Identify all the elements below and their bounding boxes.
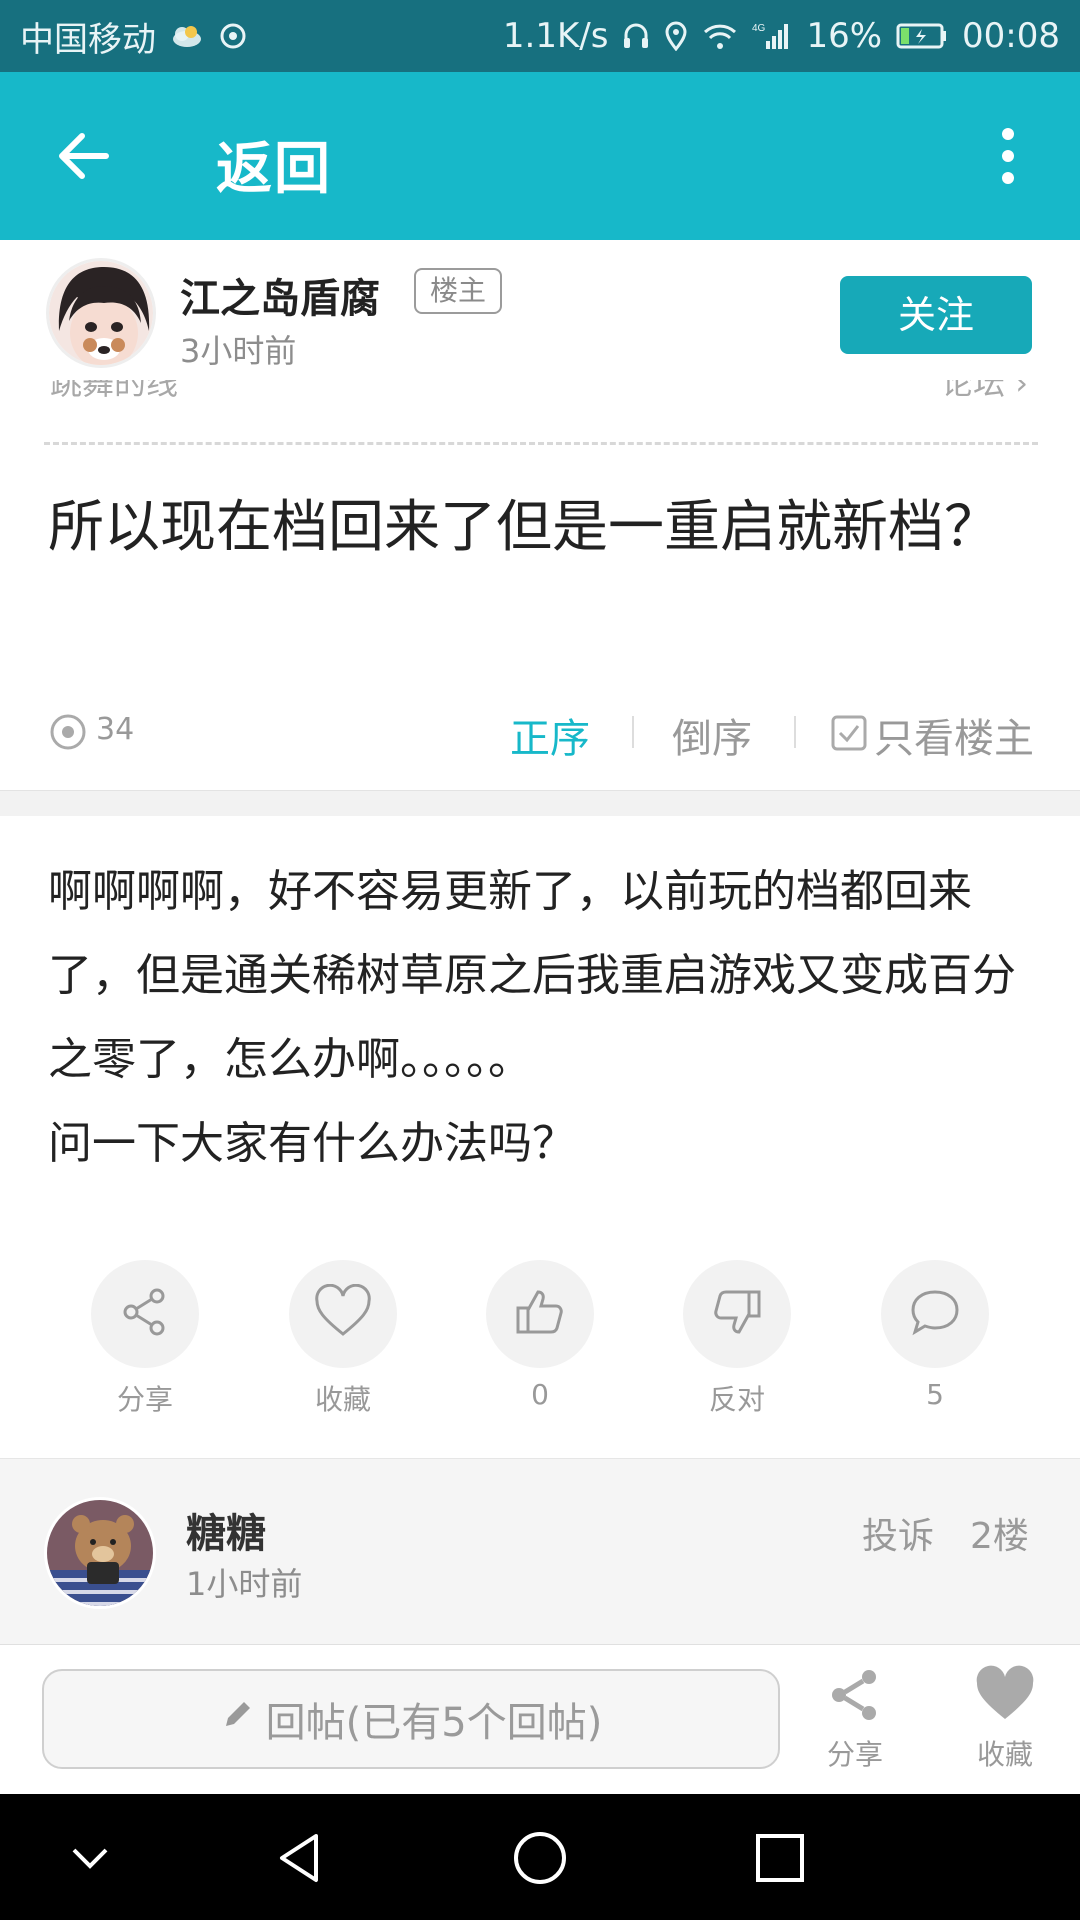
comment-action[interactable]: 5 — [870, 1260, 1000, 1411]
post-paragraph: 问一下大家有什么办法吗？ — [48, 1118, 576, 1169]
checkbox-icon[interactable] — [830, 714, 868, 756]
oppose-label: 反对 — [708, 1383, 765, 1416]
bottom-favorite-label: 收藏 — [976, 1738, 1033, 1771]
reply-avatar[interactable] — [44, 1497, 156, 1609]
post-author-header: 江之岛盾腐 楼主 3小时前 关注 — [0, 240, 1080, 380]
bottom-share-button[interactable]: 分享 — [800, 1665, 910, 1773]
share-label: 分享 — [116, 1383, 173, 1416]
floor-number: 2楼 — [970, 1516, 1029, 1557]
eye-icon — [48, 712, 88, 752]
sync-icon — [218, 21, 248, 51]
status-bar: 中国移动 1.1K/s 4G 16% 00:08 — [0, 0, 1080, 72]
signal-icon: 4G — [752, 21, 792, 51]
reply-author-name[interactable]: 糖糖 — [186, 1501, 266, 1559]
reply-time: 1小时前 — [186, 1565, 303, 1603]
heart-icon — [973, 1665, 1037, 1729]
like-count: 0 — [531, 1378, 549, 1411]
post-title: 所以现在档回来了但是一重启就新档？ — [48, 495, 1000, 560]
divider — [794, 716, 796, 748]
sort-ascending-tab[interactable]: 正序 — [510, 706, 590, 764]
weather-icon — [170, 24, 204, 48]
network-type: 4G — [752, 23, 766, 34]
divider — [44, 442, 1038, 445]
wifi-icon — [702, 21, 738, 51]
comment-count: 5 — [926, 1378, 944, 1411]
reply-item: 糖糖 1小时前 投诉 2楼 — [0, 1458, 1080, 1644]
thumbs-down-icon — [709, 1284, 765, 1344]
op-only-label: 只看楼主 — [874, 716, 1034, 762]
share-action[interactable]: 分享 — [80, 1260, 210, 1418]
bottom-share-label: 分享 — [826, 1738, 883, 1771]
like-action[interactable]: 0 — [475, 1260, 605, 1411]
network-speed: 1.1K/s — [502, 16, 609, 56]
back-nav-icon[interactable] — [264, 1822, 336, 1894]
battery-icon — [896, 22, 948, 50]
share-icon — [825, 1670, 885, 1729]
game-name-label[interactable]: 跳舞的线 — [50, 380, 178, 402]
reply-input[interactable]: 回帖(已有5个回帖) — [42, 1669, 780, 1769]
forum-link[interactable]: 论坛 › — [941, 380, 1028, 402]
comment-icon — [907, 1284, 963, 1344]
pencil-icon — [220, 1696, 256, 1742]
recents-nav-icon[interactable] — [744, 1822, 816, 1894]
back-arrow-icon[interactable] — [52, 124, 116, 188]
post-time: 3小时前 — [180, 332, 297, 370]
bottom-favorite-button[interactable]: 收藏 — [950, 1665, 1060, 1773]
bottom-action-bar: 回帖(已有5个回帖) 分享 收藏 — [0, 1644, 1080, 1794]
share-icon — [117, 1284, 173, 1344]
section-divider — [0, 790, 1080, 816]
more-vert-icon[interactable] — [992, 120, 1024, 192]
author-name[interactable]: 江之岛盾腐 — [180, 266, 380, 324]
view-count: 34 — [96, 712, 135, 747]
op-badge: 楼主 — [414, 268, 502, 314]
reply-placeholder: 回帖(已有5个回帖) — [265, 1700, 603, 1746]
sort-descending-tab[interactable]: 倒序 — [672, 706, 752, 764]
app-bar: 返回 — [0, 72, 1080, 240]
collapse-nav-icon[interactable] — [54, 1822, 126, 1894]
post-paragraph: 啊啊啊啊，好不容易更新了，以前玩的档都回来了，但是通关稀树草原之后我重启游戏又变… — [48, 866, 1016, 1085]
thumbs-up-icon — [512, 1284, 568, 1344]
location-icon — [664, 21, 688, 51]
post-body: 啊啊啊啊，好不容易更新了，以前玩的档都回来了，但是通关稀树草原之后我重启游戏又变… — [48, 850, 1038, 1186]
clock: 00:08 — [962, 16, 1060, 56]
post-actions: 分享 收藏 0 反对 5 — [0, 1260, 1080, 1420]
post-meta-row: 34 正序 倒序 只看楼主 — [0, 700, 1080, 764]
home-nav-icon[interactable] — [504, 1822, 576, 1894]
favorite-label: 收藏 — [314, 1383, 371, 1416]
heart-icon — [313, 1283, 373, 1344]
op-only-toggle[interactable]: 只看楼主 — [830, 706, 1034, 764]
divider — [632, 716, 634, 748]
follow-button[interactable]: 关注 — [840, 276, 1032, 354]
carrier-label: 中国移动 — [20, 19, 156, 60]
forum-source-strip: 跳舞的线 论坛 › — [0, 380, 1080, 402]
author-avatar[interactable] — [46, 258, 156, 368]
oppose-action[interactable]: 反对 — [672, 1260, 802, 1418]
report-button[interactable]: 投诉 — [862, 1507, 934, 1559]
system-nav-bar — [0, 1794, 1080, 1920]
headphone-icon — [622, 21, 650, 51]
app-title[interactable]: 返回 — [216, 124, 332, 205]
favorite-action[interactable]: 收藏 — [278, 1260, 408, 1418]
battery-percent: 16% — [806, 16, 883, 56]
